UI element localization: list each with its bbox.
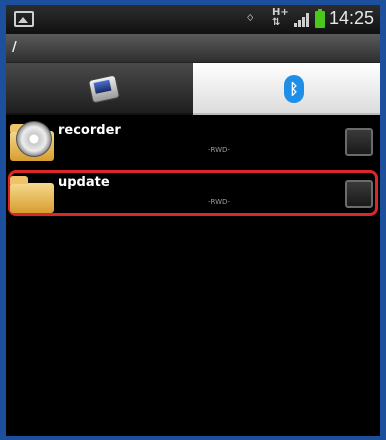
bluetooth-icon: ᛒ xyxy=(284,75,304,103)
folder-icon xyxy=(10,173,56,215)
current-path: / xyxy=(12,40,17,55)
storage-tabs: ᛒ xyxy=(6,63,380,115)
file-name: recorder xyxy=(58,123,121,138)
file-list: recorder -RWD- update -RWD- xyxy=(6,117,380,436)
file-attributes: -RWD- xyxy=(208,146,230,154)
hplus-data-icon: H+ ⇅ xyxy=(272,7,289,28)
signal-icon xyxy=(294,13,310,27)
disk-folder-icon xyxy=(10,121,56,163)
status-time: 14:25 xyxy=(329,8,375,28)
list-item[interactable]: recorder -RWD- xyxy=(6,117,380,169)
image-notification-icon xyxy=(14,11,34,27)
select-checkbox[interactable] xyxy=(345,180,373,208)
list-item[interactable]: update -RWD- xyxy=(6,169,380,221)
select-checkbox[interactable] xyxy=(345,128,373,156)
path-bar: / xyxy=(6,34,380,63)
device-frame: ᛜ H+ ⇅ 14:25 / ᛒ recorder -RWD- update -… xyxy=(0,0,386,440)
tab-bluetooth[interactable]: ᛒ xyxy=(193,63,380,115)
file-attributes: -RWD- xyxy=(208,198,230,206)
battery-icon xyxy=(315,9,325,28)
file-name: update xyxy=(58,175,110,190)
bluetooth-status-icon: ᛜ xyxy=(246,11,255,27)
tab-phone-storage[interactable] xyxy=(6,63,193,115)
phone-storage-icon xyxy=(87,74,121,104)
status-bar: ᛜ H+ ⇅ 14:25 xyxy=(6,5,380,34)
